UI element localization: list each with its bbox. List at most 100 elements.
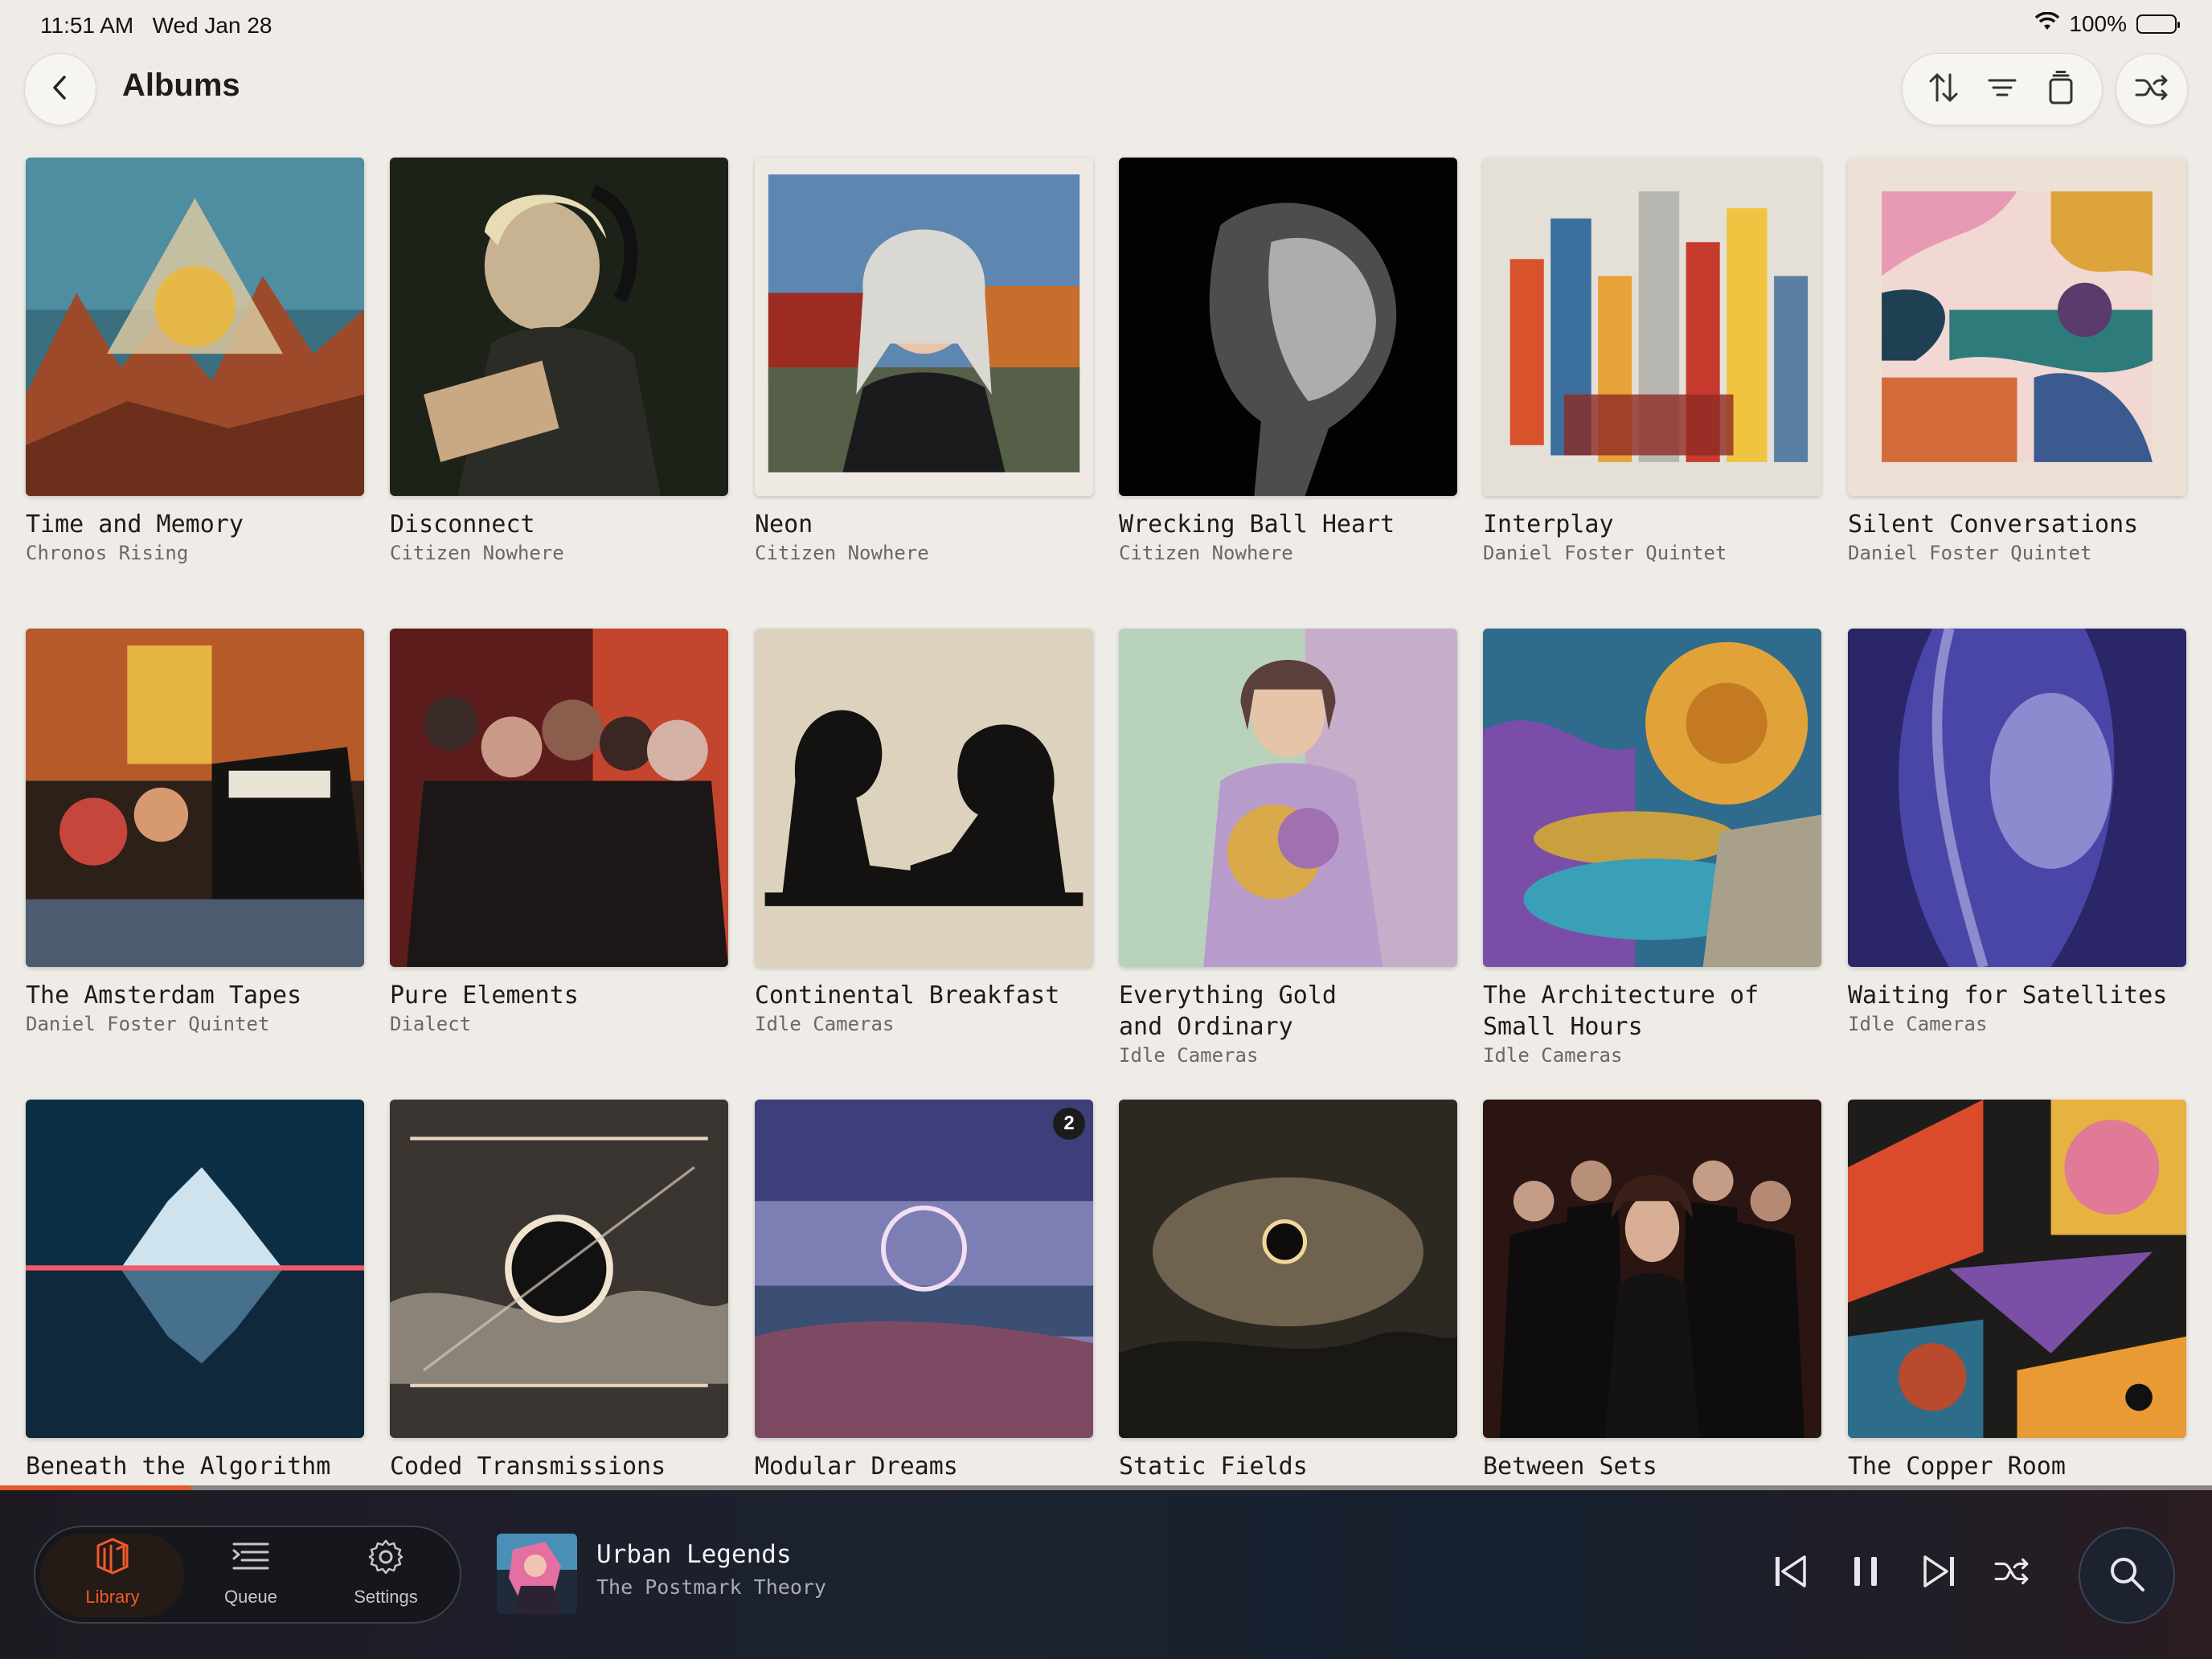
pause-button[interactable] [1837,1545,1894,1601]
album-cover[interactable]: 2 [755,1100,1093,1438]
album-card[interactable]: Disconnect Citizen Nowhere [390,158,728,566]
album-card[interactable]: Neon Citizen Nowhere [755,158,1093,566]
tab-settings[interactable]: Settings [313,1534,458,1617]
album-card[interactable]: Continental Breakfast Idle Cameras [755,629,1093,1037]
item-count-badge: 2 [1053,1108,1085,1140]
album-cover[interactable] [1848,1100,2186,1438]
tab-queue[interactable]: Queue [178,1534,323,1617]
album-cover[interactable] [390,629,728,967]
album-artist: Daniel Foster Quintet [1483,542,1727,564]
header: Albums [0,50,2212,130]
shuffle-icon [2134,73,2169,106]
album-artist: Idle Cameras [1483,1044,1623,1067]
sort-button[interactable] [1919,65,1968,113]
back-button[interactable] [24,53,96,125]
skip-forward-icon [1920,1552,1959,1595]
wifi-icon [2035,11,2060,37]
album-cover[interactable] [26,158,364,496]
status-date: Wed Jan 28 [152,13,272,38]
search-button[interactable] [2079,1527,2175,1624]
shuffle-button[interactable] [1984,1545,2040,1601]
filter-icon [1986,72,2018,108]
album-cover[interactable] [755,629,1093,967]
album-cover[interactable] [1483,1100,1821,1438]
album-cover[interactable] [26,1100,364,1438]
album-title: Continental Breakfast [755,981,1060,1010]
view-toolbar [1902,53,2103,125]
album-title: The Amsterdam Tapes [26,981,302,1010]
album-card[interactable]: Wrecking Ball Heart Citizen Nowhere [1119,158,1457,566]
album-cover[interactable] [755,158,1093,496]
now-playing-title[interactable]: Urban Legends [596,1540,792,1569]
search-icon [2107,1554,2147,1598]
page-title: Albums [122,68,240,103]
library-icon [93,1534,132,1580]
pause-icon [1848,1552,1883,1595]
album-card[interactable]: Interplay Daniel Foster Quintet [1483,158,1821,566]
album-cover[interactable] [1119,158,1457,496]
next-button[interactable] [1911,1545,1968,1601]
tab-label: Library [85,1587,140,1607]
album-title: Everything Gold and Ordinary [1119,981,1337,1041]
previous-button[interactable] [1762,1545,1818,1601]
album-cover[interactable] [1119,629,1457,967]
album-card[interactable]: The Architecture of Small Hours Idle Cam… [1483,629,1821,1068]
album-artist: Daniel Foster Quintet [1848,542,2092,564]
album-cover[interactable] [1483,629,1821,967]
album-title: Pure Elements [390,981,579,1010]
album-artist: Citizen Nowhere [390,542,564,564]
album-cover[interactable] [1848,629,2186,967]
mini-player: Library Queue Settings Urban Legends The… [0,1490,2212,1659]
album-title: Neon [755,510,813,539]
album-cover[interactable] [390,158,728,496]
album-cover[interactable] [26,629,364,967]
album-title: Between Sets [1483,1452,1657,1481]
album-title: Disconnect [390,510,535,539]
album-artist: Idle Cameras [1119,1044,1259,1067]
gear-icon [367,1538,405,1580]
album-title: Beneath the Algorithm [26,1452,331,1481]
album-artist: Citizen Nowhere [755,542,929,564]
status-bar: 11:51 AM Wed Jan 28 100% [0,0,2212,51]
shuffle-all-button[interactable] [2116,53,2188,125]
album-artist: Dialect [390,1013,472,1035]
tab-label: Queue [223,1587,278,1607]
filter-button[interactable] [1978,65,2026,113]
album-card[interactable]: The Copper Room [1848,1100,2186,1482]
tab-library[interactable]: Library [40,1534,185,1617]
sort-icon [1926,70,1961,109]
album-card[interactable]: Static Fields [1119,1100,1457,1482]
album-artist: Daniel Foster Quintet [26,1013,270,1035]
album-title: Modular Dreams [755,1452,958,1481]
album-artist: Chronos Rising [26,542,189,564]
album-title: Interplay [1483,510,1614,539]
tab-label: Settings [354,1587,418,1607]
album-title: Silent Conversations [1848,510,2139,539]
album-card[interactable]: Between Sets [1483,1100,1821,1482]
album-title: The Architecture of Small Hours [1483,981,1759,1041]
status-right: 100% [2035,11,2180,37]
album-card[interactable]: Waiting for Satellites Idle Cameras [1848,629,2186,1037]
album-cover[interactable] [1848,158,2186,496]
album-title: Waiting for Satellites [1848,981,2168,1010]
album-card[interactable]: The Amsterdam Tapes Daniel Foster Quinte… [26,629,364,1037]
album-card[interactable]: Beneath the Algorithm [26,1100,364,1482]
album-cover[interactable] [1483,158,1821,496]
album-card[interactable]: Silent Conversations Daniel Foster Quint… [1848,158,2186,566]
album-card[interactable]: Everything Gold and Ordinary Idle Camera… [1119,629,1457,1068]
album-cover[interactable] [1119,1100,1457,1438]
album-cover[interactable] [390,1100,728,1438]
album-card[interactable]: Coded Transmissions [390,1100,728,1482]
stack-button[interactable] [2037,65,2085,113]
layers-icon [2045,70,2077,109]
now-playing-artist[interactable]: The Postmark Theory [596,1575,826,1599]
now-playing-artwork[interactable] [497,1534,577,1614]
album-card[interactable]: Pure Elements Dialect [390,629,728,1037]
album-title: Wrecking Ball Heart [1119,510,1395,539]
skip-back-icon [1771,1552,1809,1595]
album-card[interactable]: Time and Memory Chronos Rising [26,158,364,566]
album-title: Time and Memory [26,510,244,539]
album-card[interactable]: 2 Modular Dreams [755,1100,1093,1482]
battery-icon [2136,14,2180,34]
album-title: Static Fields [1119,1452,1308,1481]
